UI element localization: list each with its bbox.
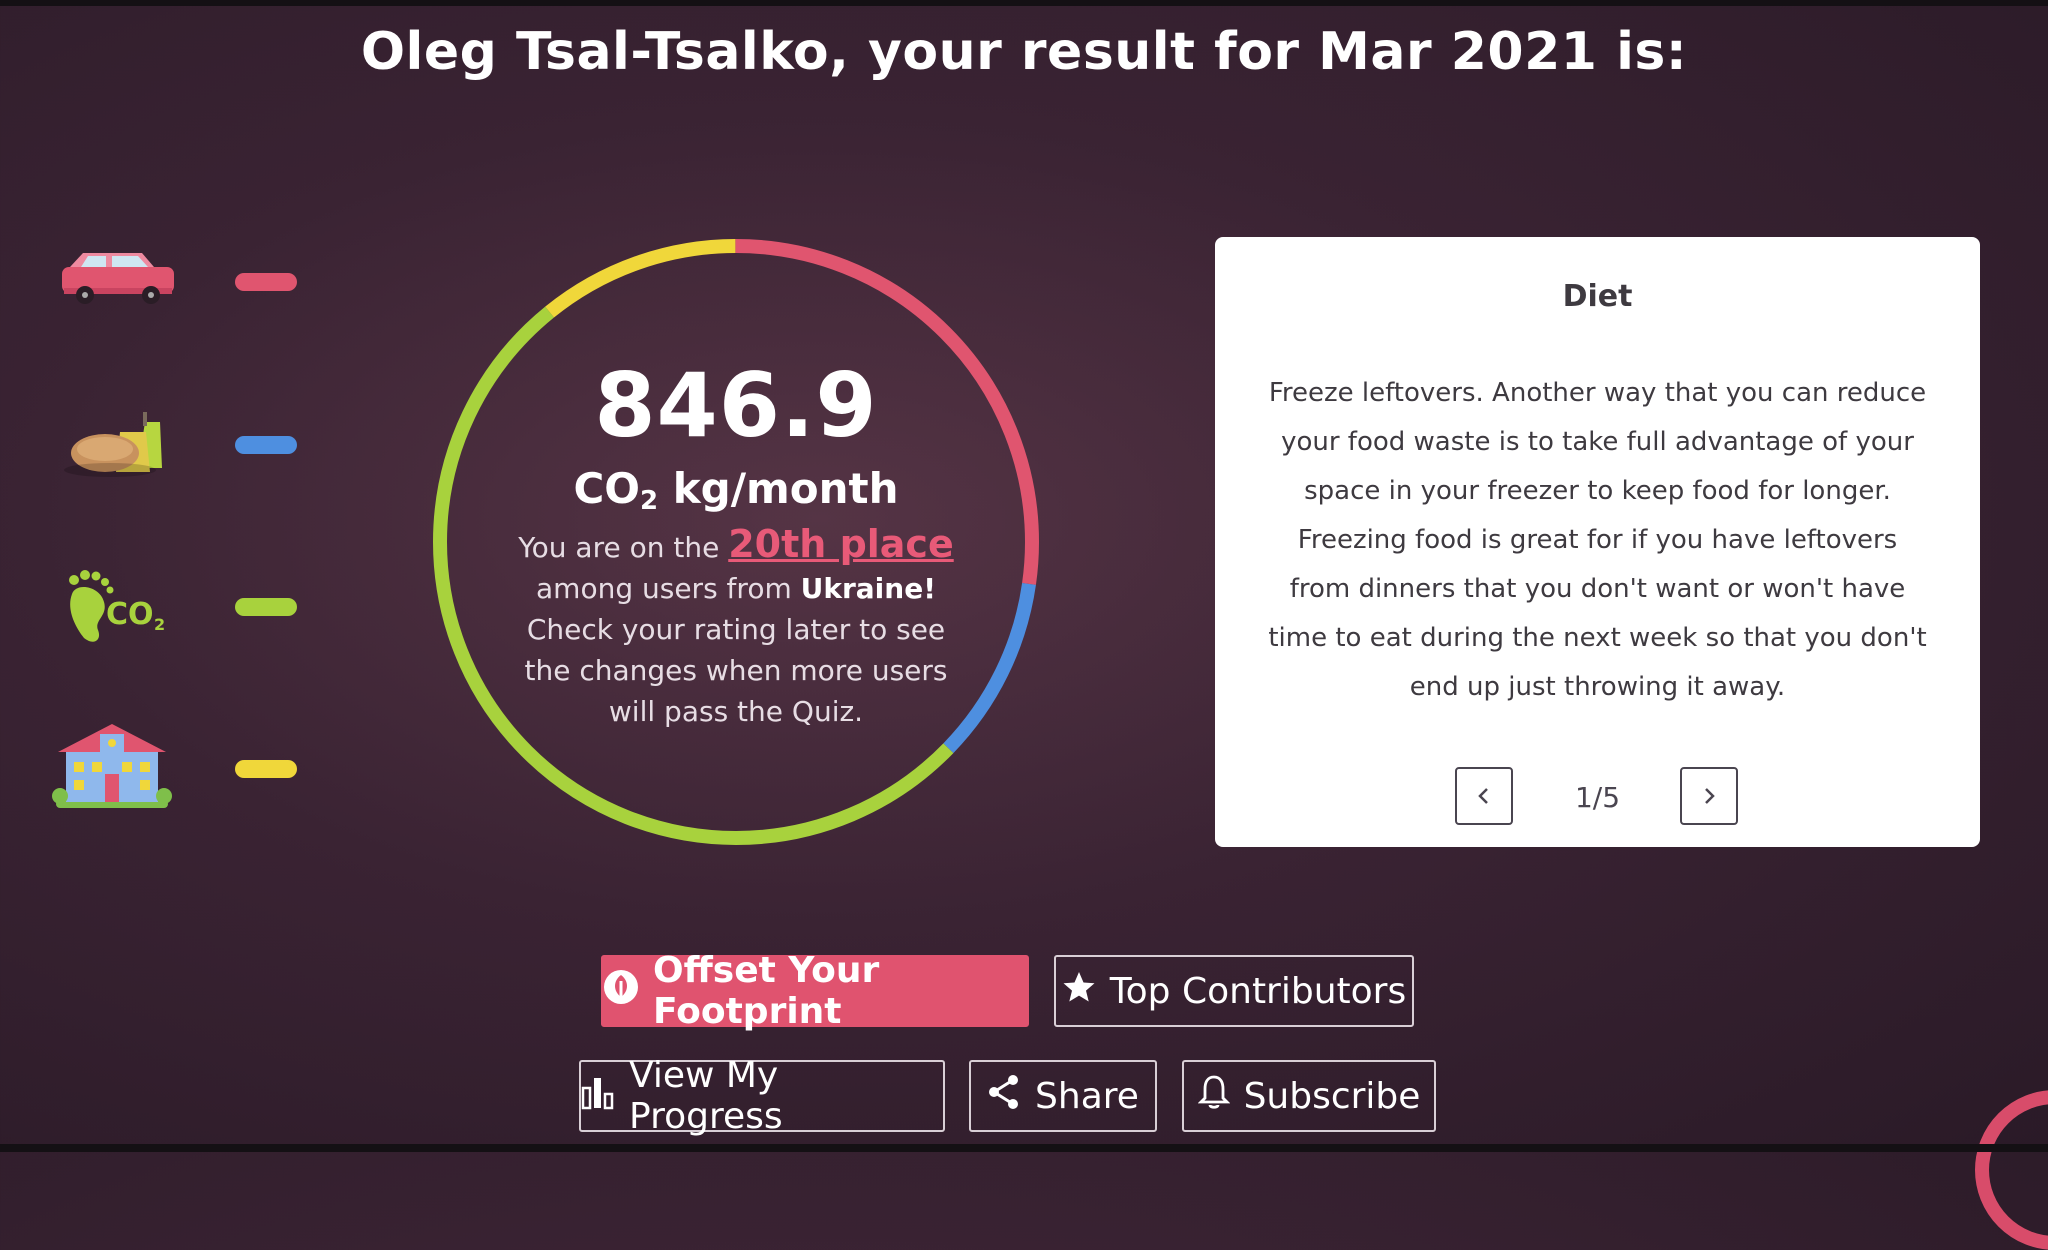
ranking-note: Check your rating later to see the chang… bbox=[524, 613, 948, 728]
category-diet bbox=[50, 388, 310, 498]
diet-level-bar bbox=[235, 436, 297, 454]
corner-decoration bbox=[1975, 1090, 2048, 1250]
footprint-level-bar bbox=[235, 598, 297, 616]
transport-level-bar bbox=[235, 273, 297, 291]
category-transport bbox=[50, 225, 310, 335]
share-icon bbox=[987, 1074, 1021, 1119]
svg-text:CO: CO bbox=[106, 597, 154, 632]
housing-level-bar bbox=[235, 760, 297, 778]
share-button[interactable]: Share bbox=[969, 1060, 1157, 1132]
next-tip-button[interactable] bbox=[1680, 767, 1738, 825]
leaf-icon bbox=[603, 969, 639, 1014]
category-footprint: CO 2 bbox=[50, 550, 310, 660]
house-icon bbox=[50, 712, 180, 822]
svg-text:2: 2 bbox=[154, 615, 165, 634]
top-contributors-button[interactable]: Top Contributors bbox=[1054, 955, 1414, 1027]
car-icon bbox=[50, 225, 180, 335]
view-progress-button[interactable]: View My Progress bbox=[579, 1055, 945, 1137]
tip-pager-count: 1/5 bbox=[1574, 781, 1621, 814]
food-icon bbox=[50, 388, 180, 498]
top-edge-bar bbox=[0, 0, 2048, 6]
chevron-right-icon bbox=[1705, 788, 1715, 804]
tip-card-text: Freeze leftovers. Another way that you c… bbox=[1268, 378, 1927, 702]
co2-footprint-icon: CO 2 bbox=[50, 550, 180, 660]
subscribe-button[interactable]: Subscribe bbox=[1182, 1060, 1436, 1132]
page-title: Oleg Tsal-Tsalko, your result for Mar 20… bbox=[360, 22, 1688, 82]
bottom-edge-bar bbox=[0, 1144, 2048, 1152]
ranking-text: You are on the 20th place among users fr… bbox=[518, 522, 954, 729]
result-ring: 846.9 CO2 kg/month You are on the 20th p… bbox=[430, 236, 1042, 848]
ranking-place-link[interactable]: 20th place bbox=[728, 522, 954, 566]
star-icon bbox=[1062, 970, 1096, 1013]
ranking-country: Ukraine! bbox=[800, 572, 936, 605]
tip-card: Diet Freeze leftovers. Another way that … bbox=[1215, 237, 1980, 847]
previous-tip-button[interactable] bbox=[1455, 767, 1513, 825]
bar-chart-icon bbox=[581, 1074, 615, 1119]
co2-score: 846.9 bbox=[594, 354, 878, 457]
bell-icon bbox=[1197, 1074, 1230, 1119]
category-housing bbox=[50, 712, 310, 822]
offset-footprint-button[interactable]: Offset Your Footprint bbox=[601, 950, 1029, 1032]
tip-card-title: Diet bbox=[1562, 279, 1633, 314]
chevron-left-icon bbox=[1478, 788, 1488, 804]
co2-unit: CO2 kg/month bbox=[573, 464, 899, 516]
